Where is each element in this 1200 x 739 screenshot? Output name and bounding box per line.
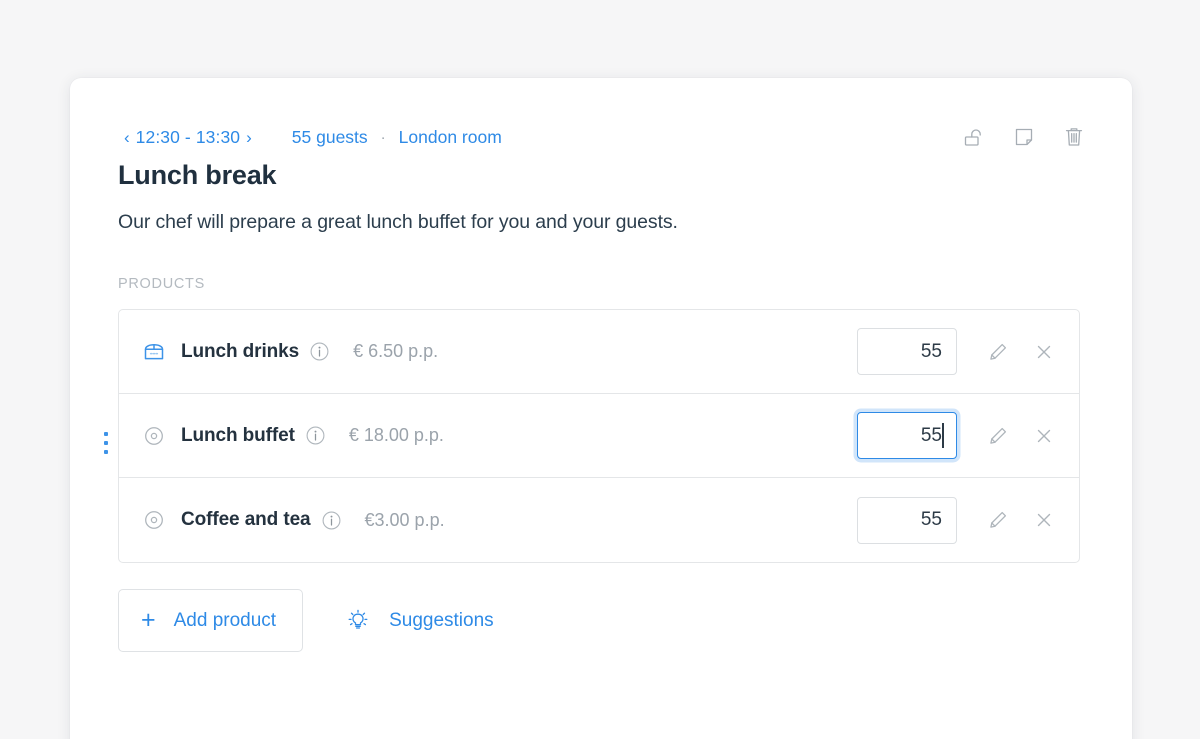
event-item-card: ‹ 12:30 - 13:30 › 55 guests · London roo…: [70, 78, 1132, 739]
remove-product-icon[interactable]: [1029, 337, 1059, 367]
trash-icon[interactable]: [1062, 125, 1086, 149]
circle-dot-icon: [141, 507, 167, 533]
page-title: Lunch break: [118, 160, 277, 190]
box-icon-glyph: [144, 343, 164, 359]
products-section-label: PRODUCTS: [118, 276, 205, 292]
info-icon[interactable]: [306, 426, 325, 445]
drag-dot: [104, 432, 108, 436]
card-header: ‹ 12:30 - 13:30 › 55 guests · London roo…: [118, 124, 1092, 150]
edit-pencil-icon[interactable]: [983, 421, 1013, 451]
plus-icon: +: [141, 606, 156, 634]
product-name: Coffee and tea: [181, 509, 311, 530]
product-name: Lunch drinks: [181, 340, 300, 362]
guest-count-link[interactable]: 55 guests: [292, 127, 368, 148]
add-product-button[interactable]: + Add product: [118, 589, 304, 652]
meta-separator-dot: ·: [380, 128, 386, 146]
remove-product-icon[interactable]: [1029, 421, 1059, 451]
row-controls: [857, 496, 1059, 544]
product-price: € 18.00 p.p.: [348, 425, 444, 445]
item-description: Our chef will prepare a great lunch buff…: [118, 211, 678, 233]
add-product-label: Add product: [173, 609, 277, 631]
header-actions: [962, 125, 1092, 149]
page-background: ‹ 12:30 - 13:30 › 55 guests · London roo…: [0, 0, 1200, 739]
lightbulb-icon: [345, 608, 371, 634]
circle-dot-icon-glyph: [145, 426, 163, 445]
text-cursor: [942, 423, 944, 448]
table-row[interactable]: Coffee and tea €3.00 p.p.: [119, 478, 1079, 562]
quantity-wrapper: [857, 328, 957, 375]
remove-product-icon[interactable]: [1029, 505, 1059, 535]
close-icon-glyph: [1037, 513, 1051, 527]
next-arrow-icon[interactable]: ›: [240, 127, 258, 148]
quantity-input[interactable]: [857, 328, 957, 375]
drag-dot: [104, 441, 108, 445]
lightbulb-icon-glyph: [348, 609, 368, 629]
info-icon-glyph: [306, 426, 325, 445]
quantity-wrapper: [857, 412, 957, 459]
product-price: € 6.50 p.p.: [353, 341, 439, 361]
unlock-icon-glyph: [964, 129, 981, 146]
previous-arrow-icon[interactable]: ‹: [118, 127, 136, 148]
info-icon-glyph: [310, 342, 329, 361]
quantity-wrapper: [857, 496, 957, 544]
product-name: Lunch buffet: [181, 424, 295, 446]
circle-dot-icon-glyph: [145, 511, 163, 529]
suggestions-button[interactable]: Suggestions: [335, 600, 504, 642]
products-table: Lunch drinks € 6.50 p.p. 55 Lunch buffet…: [118, 309, 1080, 563]
box-icon: [141, 339, 167, 365]
info-icon-glyph: [322, 511, 340, 529]
note-icon-glyph: [1015, 128, 1033, 146]
trash-icon-glyph: [1065, 128, 1083, 146]
info-icon[interactable]: [310, 342, 329, 361]
drag-dot: [104, 450, 108, 454]
close-icon-glyph: [1037, 429, 1051, 442]
room-link[interactable]: London room: [399, 127, 502, 148]
table-row[interactable]: Lunch buffet € 18.00 p.p.: [119, 394, 1079, 478]
time-range-label[interactable]: 12:30 - 13:30: [136, 127, 240, 148]
row-drag-handle[interactable]: [96, 426, 116, 460]
info-icon[interactable]: [322, 511, 341, 530]
edit-pencil-icon[interactable]: [983, 337, 1013, 367]
table-row[interactable]: Lunch drinks € 6.50 p.p.: [119, 310, 1079, 394]
footer-actions: + Add product Suggestions: [118, 589, 504, 652]
suggestions-label: Suggestions: [389, 609, 494, 631]
row-controls: [857, 328, 1059, 375]
circle-dot-icon: [141, 423, 167, 449]
header-meta-group: ‹ 12:30 - 13:30 › 55 guests · London roo…: [118, 127, 502, 148]
close-icon-glyph: [1037, 345, 1051, 358]
edit-pencil-icon-glyph: [990, 343, 1007, 360]
edit-pencil-icon-glyph: [990, 427, 1007, 444]
note-icon[interactable]: [1012, 125, 1036, 149]
row-controls: [857, 412, 1059, 459]
edit-pencil-icon[interactable]: [983, 505, 1013, 535]
product-price: €3.00 p.p.: [364, 509, 445, 530]
edit-pencil-icon-glyph: [990, 511, 1007, 528]
unlock-icon[interactable]: [962, 125, 986, 149]
quantity-input[interactable]: [857, 496, 957, 544]
